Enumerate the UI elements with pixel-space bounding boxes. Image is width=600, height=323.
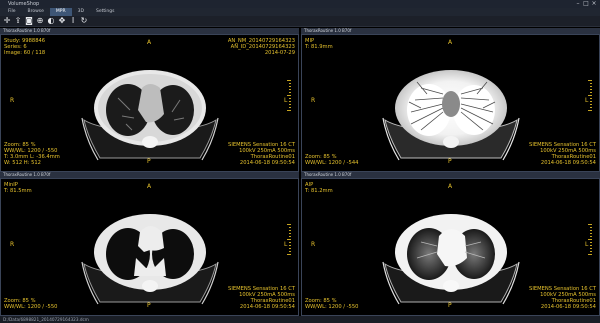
close-icon[interactable]: × [590, 1, 598, 7]
orientation-bottom: P [147, 302, 151, 309]
thickness-label: T: 81.9mm [305, 44, 333, 50]
menu-browse[interactable]: Browse [22, 8, 50, 16]
orientation-left: R [10, 241, 15, 248]
scale-ruler [287, 224, 291, 257]
overlay-bottom-right: SIEMENS Sensation 16 CT 100kV 250mA 500m… [228, 142, 295, 166]
acquisition-time: 2014-06-18 09:50:54 [540, 304, 596, 310]
pan-icon[interactable]: ✥ [57, 16, 67, 26]
status-text: D:/Data/6898821_20140729164323.dcm [3, 317, 89, 322]
acquisition-time: 2014-06-18 09:50:54 [540, 160, 596, 166]
overlay-top-left: Study: 9988846 Series: 6 Image: 60 / 118 [4, 38, 45, 56]
menu-bar: File Browse MPR 3D Settings [0, 8, 600, 16]
export-icon[interactable]: ⇪ [13, 16, 23, 26]
scale-ruler [588, 224, 592, 257]
viewport-aip[interactable]: ThoraxRoutine 1.0 B70f AIP T: 81.2mm Zoo… [301, 172, 600, 316]
refresh-icon[interactable]: ↻ [79, 16, 89, 26]
overlay-bottom-left: Zoom: 85 % WW/WL: 1200 / -544 [305, 154, 358, 166]
viewport-minip[interactable]: ThoraxRoutine 1.0 B70f MinIP T: 81.5mm Z… [0, 172, 299, 316]
zoom-icon[interactable]: ⊕ [35, 16, 45, 26]
viewport-mip[interactable]: ThoraxRoutine 1.0 B70f MIP T: 81.9mm Zoo… [301, 28, 600, 172]
toolbar: ✛ ⇪ ◙ ⊕ ◐ ✥ I ↻ [0, 16, 600, 27]
orientation-bottom: P [147, 158, 151, 165]
overlay-bottom-right: SIEMENS Sensation 16 CT 100kV 250mA 500m… [228, 286, 295, 310]
overlay-bottom-left: Zoom: 85 % WW/WL: 1200 / -550 [305, 298, 358, 310]
orientation-top: A [147, 183, 152, 190]
contrast-icon[interactable]: ◐ [46, 16, 56, 26]
menu-3d[interactable]: 3D [72, 8, 90, 16]
orientation-top: A [448, 39, 453, 46]
viewport-grid: ThoraxRoutine 1.0 B70f Study: 9988846 Se… [0, 28, 600, 316]
image-index-label: Image: 60 / 118 [4, 50, 46, 56]
thickness-label: T: 81.5mm [4, 188, 32, 194]
overlay-top-right: AN_NM_20140729164323 AN_ID_2014072916432… [228, 38, 295, 56]
window-level-label: WW/WL: 1200 / -550 [305, 304, 359, 310]
mip-image [382, 70, 520, 161]
maximize-icon[interactable]: □ [582, 1, 590, 7]
status-bar: D:/Data/6898821_20140729164323.dcm [0, 316, 600, 323]
screenshot-icon[interactable]: ◙ [24, 16, 34, 26]
minip-image [81, 214, 219, 305]
acquisition-time: 2014-06-18 09:50:54 [239, 304, 295, 310]
measure-icon[interactable]: I [68, 16, 78, 26]
acquisition-time: 2014-06-18 09:50:54 [239, 160, 295, 166]
menu-settings[interactable]: Settings [90, 8, 120, 16]
window-level-label: WW/WL: 1200 / -544 [305, 160, 359, 166]
overlay-bottom-right: SIEMENS Sensation 16 CT 100kV 250mA 500m… [529, 286, 596, 310]
overlay-top-left: MIP T: 81.9mm [305, 38, 333, 50]
overlay-top-left: AIP T: 81.2mm [305, 182, 333, 194]
orientation-top: A [448, 183, 453, 190]
window-level-label: WW/WL: 1200 / -550 [4, 304, 58, 310]
orientation-bottom: P [448, 158, 452, 165]
overlay-top-left: MinIP T: 81.5mm [4, 182, 32, 194]
title-bar: VolumeShop – □ × [0, 0, 600, 8]
study-date: 2014-07-29 [264, 50, 295, 56]
scale-ruler [287, 80, 291, 113]
scale-ruler [588, 80, 592, 113]
viewport-axial[interactable]: ThoraxRoutine 1.0 B70f Study: 9988846 Se… [0, 28, 299, 172]
aip-image [382, 214, 520, 305]
orientation-left: R [311, 241, 316, 248]
dimension-label: W: 512 H: 512 [4, 160, 41, 166]
orientation-bottom: P [448, 302, 452, 309]
thickness-label: T: 81.2mm [305, 188, 333, 194]
overlay-bottom-left: Zoom: 85 % WW/WL: 1200 / -550 T: 3.0mm L… [4, 142, 60, 166]
orientation-left: R [10, 97, 15, 104]
ct-image [81, 70, 219, 161]
minimize-icon[interactable]: – [574, 1, 582, 7]
orientation-top: A [147, 39, 152, 46]
menu-file[interactable]: File [2, 8, 22, 16]
crosshair-icon[interactable]: ✛ [2, 16, 12, 26]
overlay-bottom-right: SIEMENS Sensation 16 CT 100kV 250mA 500m… [529, 142, 596, 166]
overlay-bottom-left: Zoom: 85 % WW/WL: 1200 / -550 [4, 298, 57, 310]
app-title: VolumeShop [8, 1, 40, 7]
menu-mpr[interactable]: MPR [49, 8, 72, 16]
orientation-left: R [311, 97, 316, 104]
